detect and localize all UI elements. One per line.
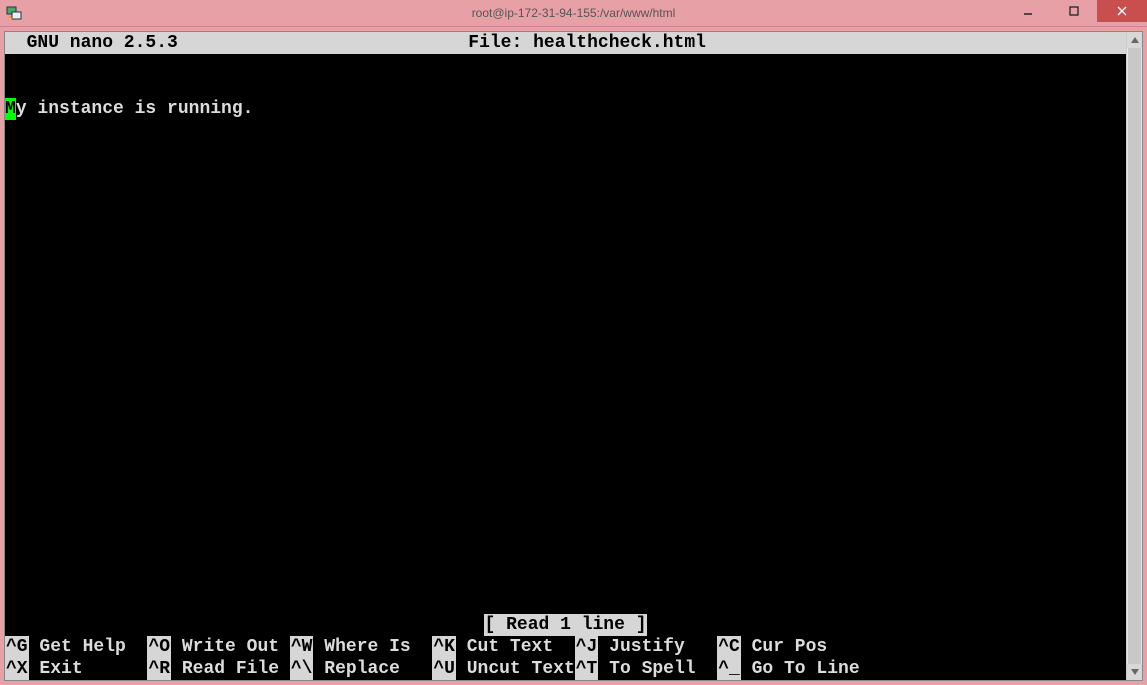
shortcut-key: ^J: [575, 636, 599, 658]
terminal-frame: GNU nano 2.5.3 File: healthcheck.html My…: [4, 31, 1143, 681]
shortcut-label: To Spell: [598, 658, 717, 680]
shortcut-key: ^G: [5, 636, 29, 658]
shortcut-where-is[interactable]: ^W Where Is: [290, 636, 432, 658]
titlebar[interactable]: root@ip-172-31-94-155:/var/www/html: [0, 0, 1147, 27]
shortcut-label: Get Help: [29, 636, 148, 658]
shortcut-row-2: ^X Exit ^R Read File ^\ Replace ^U Uncut…: [5, 658, 1126, 680]
shortcut-to-spell[interactable]: ^T To Spell: [575, 658, 717, 680]
editor-area[interactable]: My instance is running.: [5, 54, 1126, 614]
window-title: root@ip-172-31-94-155:/var/www/html: [0, 6, 1147, 20]
nano-file-label: File: healthcheck.html: [178, 32, 1126, 54]
shortcut-uncut-text[interactable]: ^U Uncut Text: [432, 658, 574, 680]
close-button[interactable]: [1097, 0, 1147, 22]
shortcut-cur-pos[interactable]: ^C Cur Pos: [717, 636, 827, 658]
shortcut-key: ^U: [432, 658, 456, 680]
shortcut-exit[interactable]: ^X Exit: [5, 658, 147, 680]
minimize-button[interactable]: [1005, 0, 1051, 22]
shortcut-read-file[interactable]: ^R Read File: [147, 658, 289, 680]
shortcut-go-to-line[interactable]: ^_ Go To Line: [717, 658, 859, 680]
app-window: root@ip-172-31-94-155:/var/www/html GNU …: [0, 0, 1147, 685]
shortcut-label: Replace: [313, 658, 432, 680]
shortcut-label: Exit: [29, 658, 148, 680]
window-controls: [1005, 0, 1147, 22]
editor-line[interactable]: My instance is running.: [5, 98, 1126, 120]
shortcut-justify[interactable]: ^J Justify: [575, 636, 717, 658]
shortcut-key: ^\: [290, 658, 314, 680]
cursor: M: [5, 98, 16, 120]
shortcut-label: Write Out: [171, 636, 290, 658]
shortcut-bar: ^G Get Help ^O Write Out ^W Where Is ^K …: [5, 636, 1126, 680]
shortcut-label: Cur Pos: [741, 636, 827, 658]
shortcut-key: ^W: [290, 636, 314, 658]
scroll-thumb[interactable]: [1128, 48, 1141, 664]
vertical-scrollbar[interactable]: [1126, 32, 1142, 680]
nano-app-label: GNU nano 2.5.3: [5, 32, 178, 54]
scroll-track[interactable]: [1127, 48, 1142, 664]
scroll-down-button[interactable]: [1127, 664, 1142, 680]
shortcut-replace[interactable]: ^\ Replace: [290, 658, 432, 680]
shortcut-label: Go To Line: [741, 658, 860, 680]
shortcut-key: ^T: [575, 658, 599, 680]
shortcut-label: Cut Text: [456, 636, 575, 658]
putty-icon: [6, 5, 22, 21]
shortcut-label: Where Is: [313, 636, 432, 658]
shortcut-key: ^R: [147, 658, 171, 680]
shortcut-key: ^O: [147, 636, 171, 658]
terminal[interactable]: GNU nano 2.5.3 File: healthcheck.html My…: [5, 32, 1126, 680]
shortcut-row-1: ^G Get Help ^O Write Out ^W Where Is ^K …: [5, 636, 1126, 658]
nano-header: GNU nano 2.5.3 File: healthcheck.html: [5, 32, 1126, 54]
shortcut-label: Read File: [171, 658, 290, 680]
shortcut-cut-text[interactable]: ^K Cut Text: [432, 636, 574, 658]
status-message: [ Read 1 line ]: [484, 614, 646, 636]
scroll-up-button[interactable]: [1127, 32, 1142, 48]
shortcut-key: ^C: [717, 636, 741, 658]
window-border: GNU nano 2.5.3 File: healthcheck.html My…: [0, 27, 1147, 685]
shortcut-label: Justify: [598, 636, 717, 658]
maximize-button[interactable]: [1051, 0, 1097, 22]
shortcut-key: ^K: [432, 636, 456, 658]
shortcut-key: ^_: [717, 658, 741, 680]
editor-text: y instance is running.: [16, 98, 254, 120]
shortcut-write-out[interactable]: ^O Write Out: [147, 636, 289, 658]
shortcut-label: Uncut Text: [456, 658, 575, 680]
status-row: [ Read 1 line ]: [5, 614, 1126, 636]
shortcut-key: ^X: [5, 658, 29, 680]
shortcut-get-help[interactable]: ^G Get Help: [5, 636, 147, 658]
